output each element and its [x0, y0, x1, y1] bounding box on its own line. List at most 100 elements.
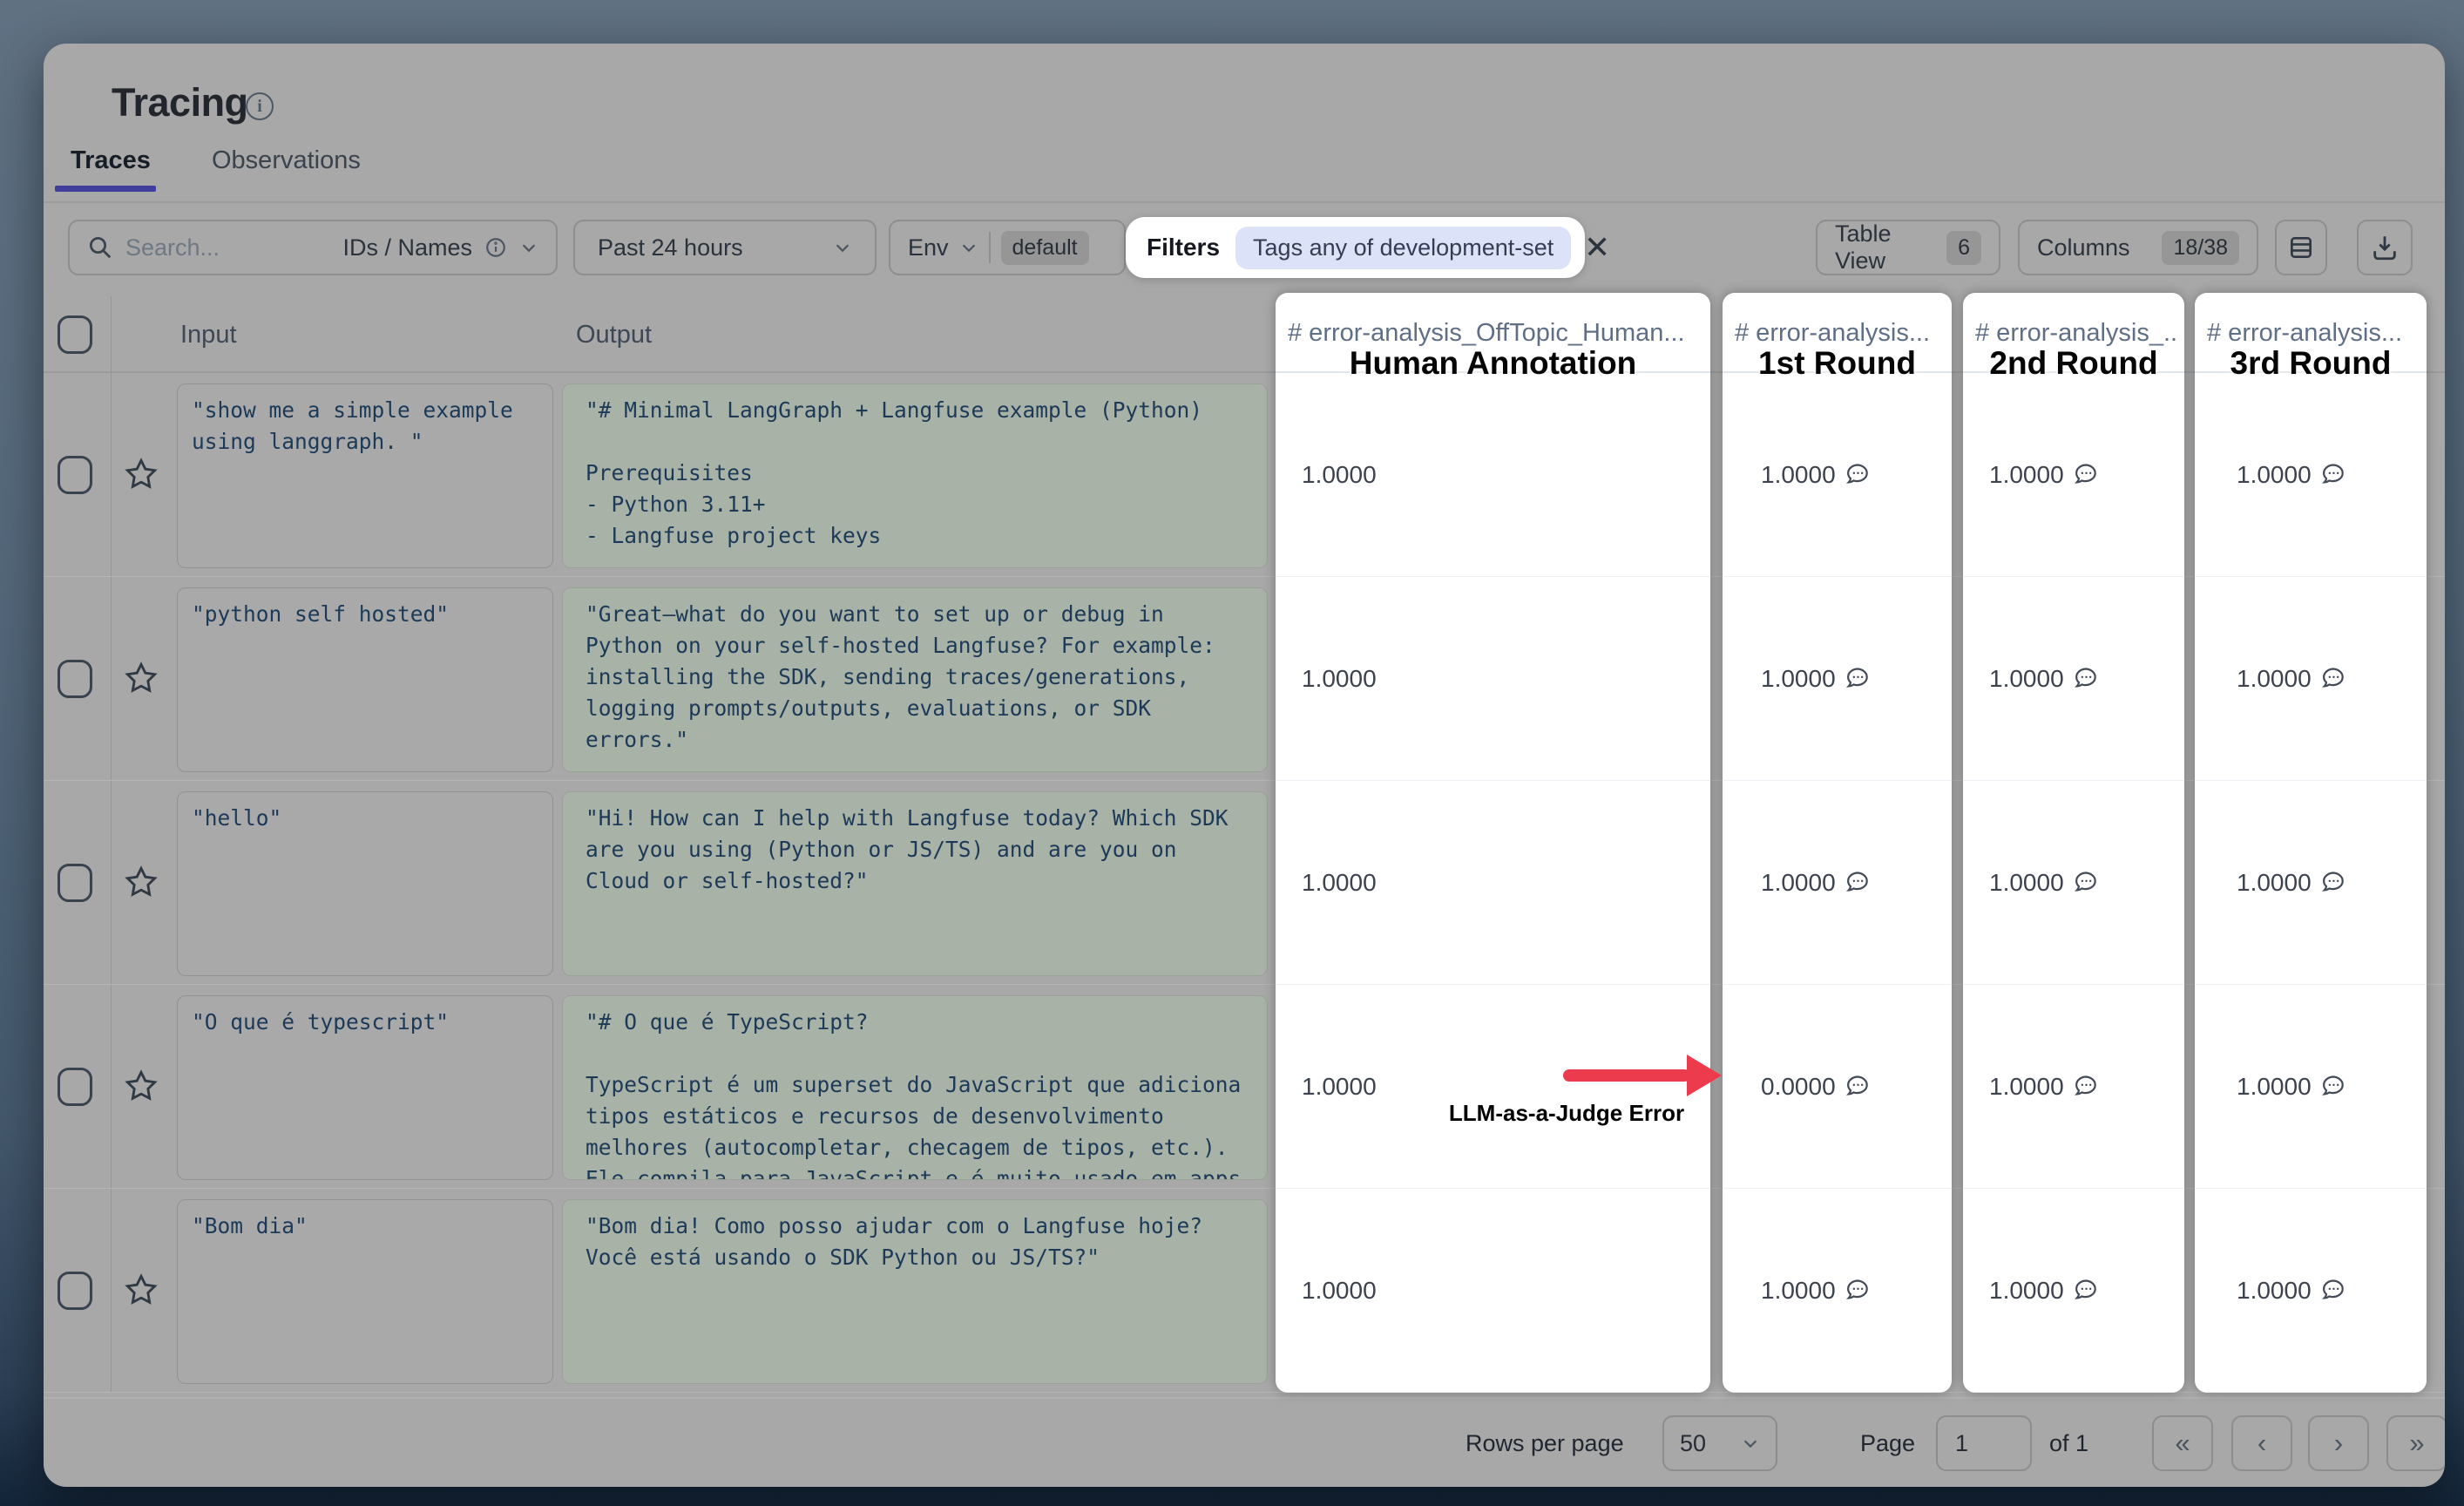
env-selector[interactable]: Env default [889, 220, 1126, 275]
score-column-label[interactable]: # error-analysis_OffTopic_Human... [1288, 319, 1703, 348]
chevron-down-icon [959, 238, 978, 257]
comment-bubble-icon[interactable] [1845, 1277, 1872, 1304]
comment-bubble-icon[interactable] [2073, 461, 2100, 488]
row-checkbox[interactable] [58, 1068, 92, 1106]
column-annotation: 3rd Round [2195, 345, 2427, 382]
divider [989, 232, 991, 263]
columns-button[interactable]: Columns 18/38 [2018, 220, 2258, 275]
row-height-icon [2287, 234, 2315, 261]
score-column-label[interactable]: # error-analysis_... [1975, 319, 2177, 348]
score-value: 1.0000 [1761, 461, 1836, 489]
score-value: 1.0000 [1989, 869, 2064, 897]
active-tab-underline [55, 186, 156, 192]
score-value: 1.0000 [1302, 1277, 1377, 1305]
columns-label: Columns [2037, 234, 2130, 261]
last-page-button[interactable]: » [2386, 1415, 2445, 1471]
input-cell[interactable]: "hello" [177, 791, 553, 976]
output-cell[interactable]: "Great—what do you want to set up or deb… [562, 587, 1268, 772]
page-number-input[interactable] [1938, 1430, 1999, 1457]
score-cell: 1.0000 [1276, 373, 1710, 577]
score-column-label[interactable]: # error-analysis... [2207, 319, 2420, 348]
score-cell: 1.0000 [1276, 577, 1710, 781]
filter-condition-badge[interactable]: Tags any of development-set [1235, 227, 1571, 269]
rows-per-page-select[interactable]: 50 [1662, 1415, 1777, 1471]
score-cell: 1.0000 [2195, 1189, 2427, 1393]
info-icon[interactable]: i [246, 92, 274, 120]
score-cell: 1.0000 [1963, 781, 2184, 985]
table-view-button[interactable]: Table View 6 [1816, 220, 2000, 275]
search-input[interactable]: Search... [125, 234, 220, 261]
tab-traces[interactable]: Traces [71, 146, 151, 175]
column-annotation: Human Annotation [1276, 345, 1710, 382]
bookmark-star-icon[interactable] [124, 865, 159, 899]
filters-button[interactable]: Filters Tags any of development-set [1126, 217, 1585, 278]
comment-bubble-icon[interactable] [2320, 665, 2347, 692]
score-column-human-annotation: # error-analysis_OffTopic_Human... Human… [1276, 293, 1710, 1393]
output-cell[interactable]: "# Minimal LangGraph + Langfuse example … [562, 383, 1268, 568]
divider [44, 201, 2445, 203]
column-header-output[interactable]: Output [576, 296, 652, 373]
comment-bubble-icon[interactable] [1845, 461, 1872, 488]
score-cell: 1.0000 [1723, 1189, 1952, 1393]
rows-per-page-label: Rows per page [1466, 1399, 1624, 1487]
page-input-wrap [1936, 1415, 2032, 1471]
row-checkbox[interactable] [58, 456, 92, 494]
comment-bubble-icon[interactable] [2073, 1073, 2100, 1100]
input-cell[interactable]: "Bom dia" [177, 1199, 553, 1384]
input-cell[interactable]: "show me a simple example using langgrap… [177, 383, 553, 568]
row-height-button[interactable] [2275, 220, 2327, 275]
judge-error-annotation: LLM-as-a-Judge Error [1427, 1100, 1706, 1127]
comment-bubble-icon[interactable] [2320, 1073, 2347, 1100]
comment-bubble-icon[interactable] [2073, 665, 2100, 692]
score-value: 1.0000 [2237, 1073, 2312, 1101]
export-button[interactable] [2357, 220, 2413, 275]
select-all-checkbox[interactable] [58, 315, 92, 354]
output-cell[interactable]: "# O que é TypeScript? TypeScript é um s… [562, 995, 1268, 1180]
search-scope-selector[interactable]: IDs / Names [342, 234, 472, 261]
score-value: 1.0000 [1761, 869, 1836, 897]
row-checkbox[interactable] [58, 1272, 92, 1310]
output-cell[interactable]: "Bom dia! Como posso ajudar com o Langfu… [562, 1199, 1268, 1384]
input-cell[interactable]: "python self hosted" [177, 587, 553, 772]
comment-bubble-icon[interactable] [2073, 1277, 2100, 1304]
table-view-label: Table View [1835, 220, 1946, 275]
output-cell[interactable]: "Hi! How can I help with Langfuse today?… [562, 791, 1268, 976]
comment-bubble-icon[interactable] [2320, 869, 2347, 896]
score-cell: 1.0000 [1963, 373, 2184, 577]
first-page-button[interactable]: « [2152, 1415, 2213, 1471]
comment-bubble-icon[interactable] [1845, 665, 1872, 692]
tab-observations[interactable]: Observations [212, 146, 361, 175]
score-value: 0.0000 [1761, 1073, 1836, 1101]
search-box[interactable]: Search... IDs / Names [68, 220, 558, 275]
comment-bubble-icon[interactable] [2320, 1277, 2347, 1304]
info-icon [484, 236, 507, 259]
input-cell[interactable]: "O que é typescript" [177, 995, 553, 1180]
score-cell: 1.0000 [1963, 1189, 2184, 1393]
bookmark-star-icon[interactable] [124, 1272, 159, 1307]
row-checkbox[interactable] [58, 864, 92, 902]
bookmark-star-icon[interactable] [124, 661, 159, 695]
column-header-input[interactable]: Input [180, 296, 237, 373]
score-cell: 1.0000 [1963, 985, 2184, 1189]
next-page-button[interactable]: › [2308, 1415, 2369, 1471]
page-title: Tracing [112, 80, 248, 126]
table-view-count-badge: 6 [1946, 231, 1981, 265]
comment-bubble-icon[interactable] [1845, 869, 1872, 896]
clear-filter-button[interactable]: ✕ [1584, 223, 1610, 272]
score-column-1st-round: # error-analysis... 1st Round 1.0000 1.0… [1723, 293, 1952, 1393]
row-checkbox[interactable] [58, 660, 92, 698]
time-range-selector[interactable]: Past 24 hours [573, 220, 877, 275]
search-icon [87, 234, 113, 261]
comment-bubble-icon[interactable] [2320, 461, 2347, 488]
score-column-label[interactable]: # error-analysis... [1735, 319, 1945, 348]
score-column-2nd-round: # error-analysis_... 2nd Round 1.0000 1.… [1963, 293, 2184, 1393]
comment-bubble-icon[interactable] [2073, 869, 2100, 896]
time-range-value: Past 24 hours [598, 234, 743, 261]
page-total-label: of 1 [2049, 1399, 2088, 1487]
bookmark-star-icon[interactable] [124, 1068, 159, 1103]
previous-page-button[interactable]: ‹ [2231, 1415, 2292, 1471]
comment-bubble-icon[interactable] [1845, 1073, 1872, 1100]
score-cell: 1.0000 [2195, 373, 2427, 577]
bookmark-star-icon[interactable] [124, 457, 159, 492]
score-value: 1.0000 [2237, 869, 2312, 897]
